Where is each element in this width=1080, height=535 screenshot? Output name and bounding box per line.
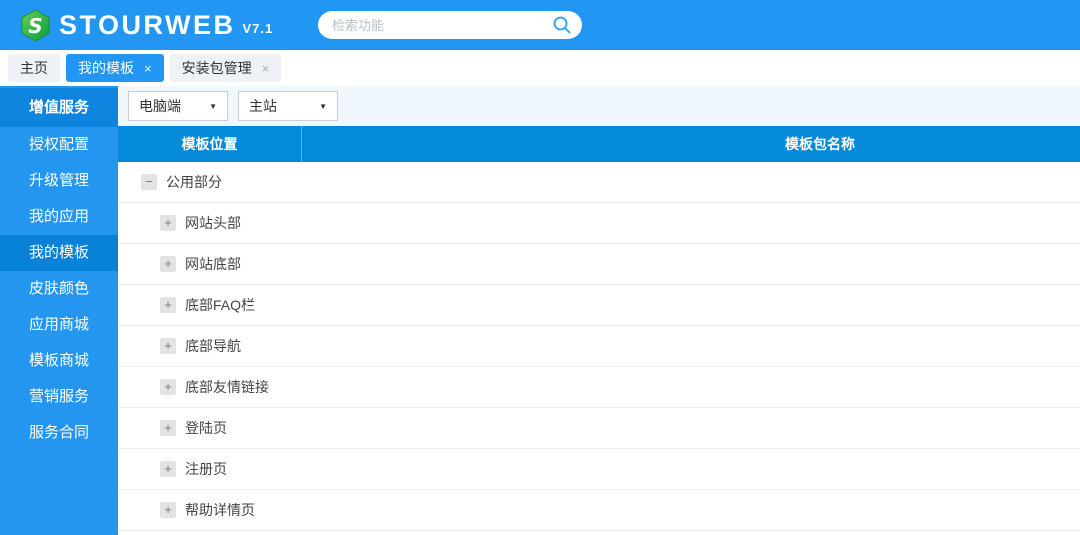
expand-icon[interactable]: + xyxy=(160,420,176,436)
expand-icon[interactable]: + xyxy=(160,256,176,272)
column-header-template-package-name: 模板包名称 xyxy=(302,126,1080,162)
logo: S STOURWEB V7.1 xyxy=(20,9,273,42)
row-label: 网站底部 xyxy=(185,254,241,274)
template-tree: − 公用部分 + 网站头部 + 网站底部 + 底部FAQ栏 + 底部导航 xyxy=(118,162,1080,535)
tree-row-register-page[interactable]: + 注册页 xyxy=(118,449,1080,490)
tab-label: 安装包管理 xyxy=(182,58,252,78)
expand-icon[interactable]: + xyxy=(160,215,176,231)
close-icon[interactable]: × xyxy=(144,62,152,75)
svg-text:S: S xyxy=(28,13,43,37)
search-icon[interactable] xyxy=(552,15,572,35)
tab-home[interactable]: 主页 xyxy=(8,54,60,82)
tree-row-site-header[interactable]: + 网站头部 xyxy=(118,203,1080,244)
sidebar-item-skin-colors[interactable]: 皮肤颜色 xyxy=(0,271,118,307)
sidebar-item-template-store[interactable]: 模板商城 xyxy=(0,343,118,379)
row-label: 公用部分 xyxy=(166,172,222,192)
column-header-template-position: 模板位置 xyxy=(118,126,301,162)
device-select-value: 电脑端 xyxy=(139,96,181,116)
tabbar: 主页 我的模板 × 安装包管理 × xyxy=(0,50,1080,86)
row-label: 底部导航 xyxy=(185,336,241,356)
row-label: 帮助详情页 xyxy=(185,500,255,520)
table-header: 模板位置 模板包名称 xyxy=(118,126,1080,162)
sidebar-item-license-config[interactable]: 授权配置 xyxy=(0,127,118,163)
tree-row-login-page[interactable]: + 登陆页 xyxy=(118,408,1080,449)
logo-version: V7.1 xyxy=(243,21,274,36)
sidebar-item-service-contract[interactable]: 服务合同 xyxy=(0,415,118,451)
search-input[interactable] xyxy=(332,18,552,33)
sidebar-item-marketing-services[interactable]: 营销服务 xyxy=(0,379,118,415)
collapse-icon[interactable]: − xyxy=(141,174,157,190)
tree-row-footer-nav[interactable]: + 底部导航 xyxy=(118,326,1080,367)
logo-title: STOURWEB xyxy=(59,12,236,39)
tree-row-common-section[interactable]: − 公用部分 xyxy=(118,162,1080,203)
caret-down-icon: ▼ xyxy=(319,102,327,111)
tree-row-site-footer[interactable]: + 网站底部 xyxy=(118,244,1080,285)
topbar: S STOURWEB V7.1 xyxy=(0,0,1080,50)
tree-row-footer-faq[interactable]: + 底部FAQ栏 xyxy=(118,285,1080,326)
tab-label: 我的模板 xyxy=(78,58,134,78)
tab-label: 主页 xyxy=(20,58,48,78)
sidebar-section-value-added-services[interactable]: 增值服务 xyxy=(0,88,118,127)
content-area: 增值服务 授权配置 升级管理 我的应用 我的模板 皮肤颜色 应用商城 模板商城 … xyxy=(0,86,1080,535)
row-label: 登陆页 xyxy=(185,418,227,438)
expand-icon[interactable]: + xyxy=(160,297,176,313)
tree-row-help-detail-page[interactable]: + 帮助详情页 xyxy=(118,490,1080,531)
sidebar-item-app-store[interactable]: 应用商城 xyxy=(0,307,118,343)
logo-gem-icon: S xyxy=(20,9,51,42)
sidebar: 增值服务 授权配置 升级管理 我的应用 我的模板 皮肤颜色 应用商城 模板商城 … xyxy=(0,86,118,535)
row-label: 注册页 xyxy=(185,459,227,479)
sidebar-item-my-templates[interactable]: 我的模板 xyxy=(0,235,118,271)
caret-down-icon: ▼ xyxy=(209,102,217,111)
tree-row-footer-links[interactable]: + 底部友情链接 xyxy=(118,367,1080,408)
main-panel: 电脑端 ▼ 主站 ▼ 模板位置 模板包名称 − 公用部分 + xyxy=(118,86,1080,535)
search-box[interactable] xyxy=(318,11,582,39)
expand-icon[interactable]: + xyxy=(160,338,176,354)
row-label: 底部友情链接 xyxy=(185,377,269,397)
site-select-value: 主站 xyxy=(249,96,277,116)
row-label: 网站头部 xyxy=(185,213,241,233)
filter-toolbar: 电脑端 ▼ 主站 ▼ xyxy=(118,86,1080,126)
close-icon[interactable]: × xyxy=(262,62,270,75)
site-select[interactable]: 主站 ▼ xyxy=(238,91,338,121)
tab-package-management[interactable]: 安装包管理 × xyxy=(170,54,282,82)
sidebar-item-upgrade-management[interactable]: 升级管理 xyxy=(0,163,118,199)
expand-icon[interactable]: + xyxy=(160,502,176,518)
row-label: 底部FAQ栏 xyxy=(185,295,255,315)
expand-icon[interactable]: + xyxy=(160,461,176,477)
tab-my-templates[interactable]: 我的模板 × xyxy=(66,54,164,82)
app-window: S STOURWEB V7.1 主页 我的模板 × 安装包管理 × xyxy=(0,0,1080,535)
expand-icon[interactable]: + xyxy=(160,379,176,395)
device-select[interactable]: 电脑端 ▼ xyxy=(128,91,228,121)
sidebar-item-my-apps[interactable]: 我的应用 xyxy=(0,199,118,235)
